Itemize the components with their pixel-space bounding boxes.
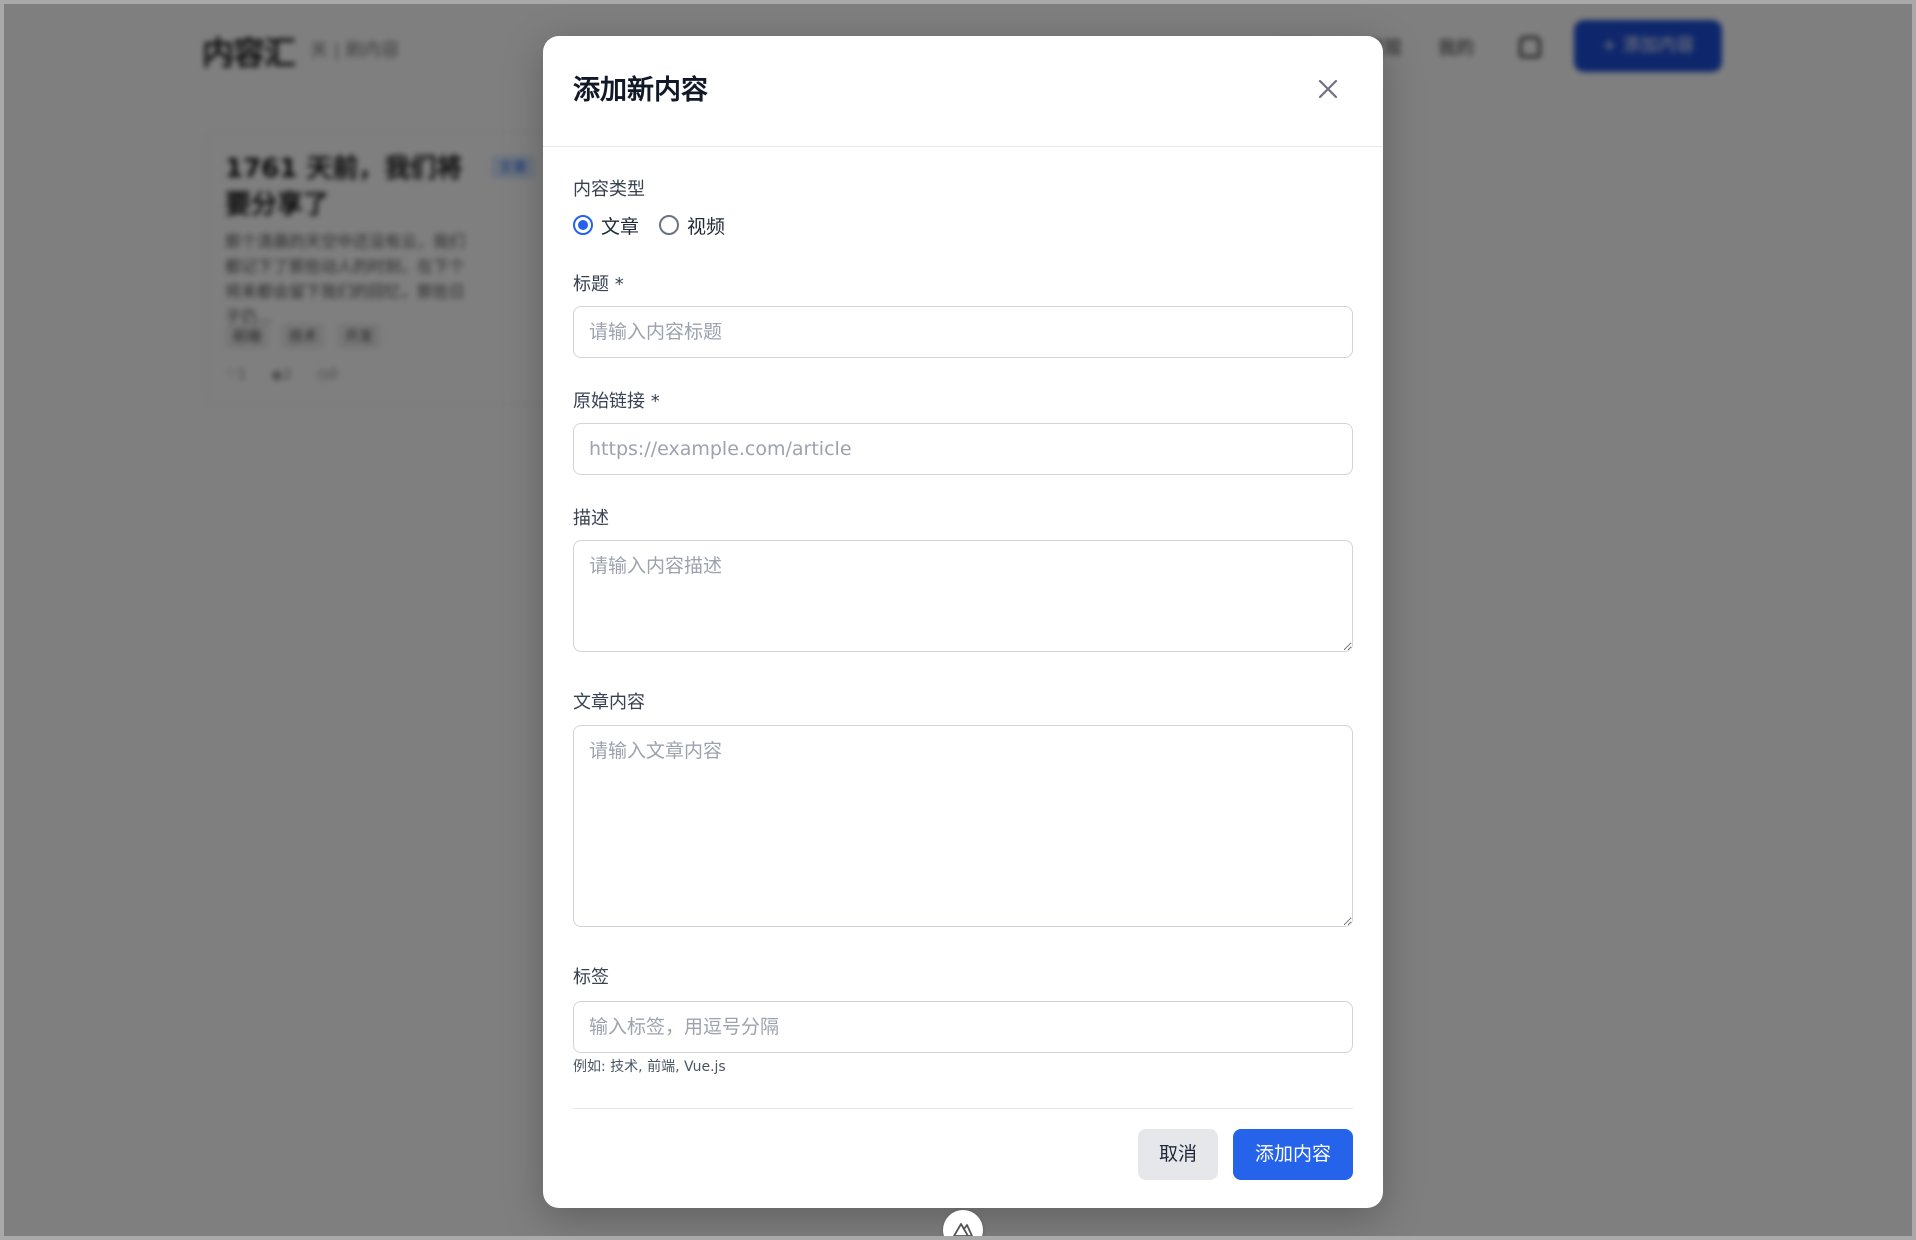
nuxt-logo-icon <box>953 1223 973 1236</box>
submit-button[interactable]: 添加内容 <box>1233 1129 1353 1180</box>
radio-video[interactable]: 视频 <box>659 212 725 239</box>
close-icon[interactable] <box>1313 74 1343 104</box>
description-textarea[interactable] <box>573 540 1353 652</box>
title-label: 标题 * <box>573 274 624 295</box>
footer-divider <box>573 1108 1353 1109</box>
radio-label: 文章 <box>601 215 640 238</box>
content-type-label: 内容类型 <box>573 179 645 200</box>
radio-checked-icon[interactable] <box>573 215 593 235</box>
radio-label: 视频 <box>687 215 726 238</box>
radio-unchecked-icon[interactable] <box>659 215 680 235</box>
description-label: 描述 <box>573 508 609 529</box>
title-input[interactable] <box>573 306 1353 358</box>
devtools-badge[interactable] <box>943 1210 983 1236</box>
radio-article[interactable]: 文章 <box>573 212 639 239</box>
content-type-radio-group: 文章 视频 <box>573 211 745 239</box>
article-content-textarea[interactable] <box>573 725 1353 927</box>
tags-input[interactable] <box>573 1001 1353 1053</box>
url-input[interactable] <box>573 423 1353 475</box>
add-content-modal: 添加新内容 内容类型 文章 视频 标题 * 原始链接 * 描述 文章内 <box>543 36 1383 1208</box>
tags-hint: 例如: 技术, 前端, Vue.js <box>573 1059 726 1075</box>
tags-label: 标签 <box>573 967 609 988</box>
modal-title: 添加新内容 <box>573 75 708 106</box>
modal-header: 添加新内容 <box>543 36 1383 147</box>
url-label: 原始链接 * <box>573 391 660 412</box>
cancel-button[interactable]: 取消 <box>1138 1129 1218 1180</box>
browser-viewport: 内容汇 关 | 刷内容 首页 发现 我的 + 添加内容 1761 天前，我们将要… <box>0 0 1916 1240</box>
article-content-label: 文章内容 <box>573 692 645 713</box>
